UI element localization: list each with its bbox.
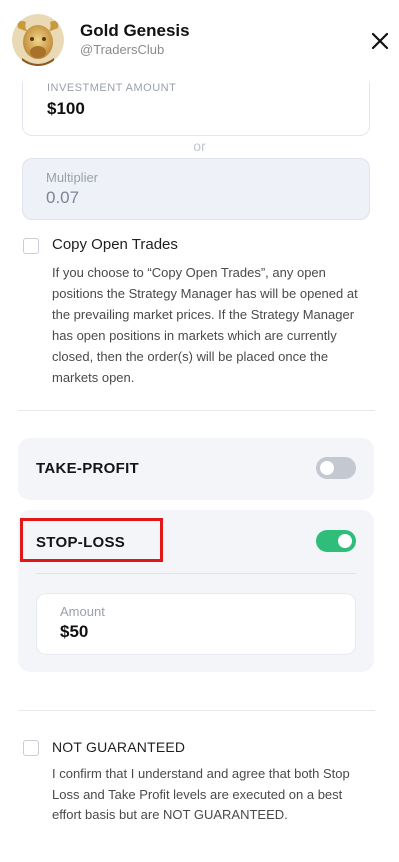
or-separator: or (193, 138, 206, 154)
strategy-title: Gold Genesis (80, 21, 190, 40)
copy-open-trades-checkbox[interactable] (23, 238, 39, 254)
take-profit-toggle[interactable] (316, 457, 356, 479)
section-divider (18, 410, 375, 411)
stop-loss-amount-label: Amount (60, 604, 105, 619)
not-guaranteed-label: NOT GUARANTEED (52, 739, 186, 755)
multiplier-value: 0.07 (46, 188, 80, 207)
copy-open-trades-description: If you choose to “Copy Open Trades”, any… (52, 265, 358, 385)
stop-loss-highlight-box (20, 518, 163, 562)
toggle-knob (320, 461, 334, 475)
take-profit-title: TAKE-PROFIT (36, 460, 140, 477)
header: Gold Genesis @TradersClub (0, 0, 399, 82)
stop-loss-toggle[interactable] (316, 530, 356, 552)
golden-bull-avatar-icon (12, 14, 64, 66)
strategy-handle: @TradersClub (80, 42, 165, 57)
avatar (12, 14, 64, 66)
copy-open-trades-label: Copy Open Trades (52, 236, 178, 253)
not-guaranteed-description: I confirm that I understand and agree th… (52, 766, 350, 822)
section-divider (18, 710, 375, 711)
stop-loss-divider (36, 573, 356, 574)
close-button[interactable] (366, 27, 394, 55)
not-guaranteed-checkbox[interactable] (23, 740, 39, 756)
multiplier-field[interactable]: Multiplier 0.07 (22, 158, 370, 220)
stop-loss-amount-field[interactable]: Amount $50 (36, 593, 356, 655)
close-icon (371, 32, 389, 50)
toggle-knob (338, 534, 352, 548)
stop-loss-amount-value: $50 (60, 622, 89, 641)
multiplier-label: Multiplier (46, 170, 99, 185)
investment-amount-label: INVESTMENT AMOUNT (47, 82, 177, 94)
investment-amount-value: $100 (47, 99, 85, 118)
